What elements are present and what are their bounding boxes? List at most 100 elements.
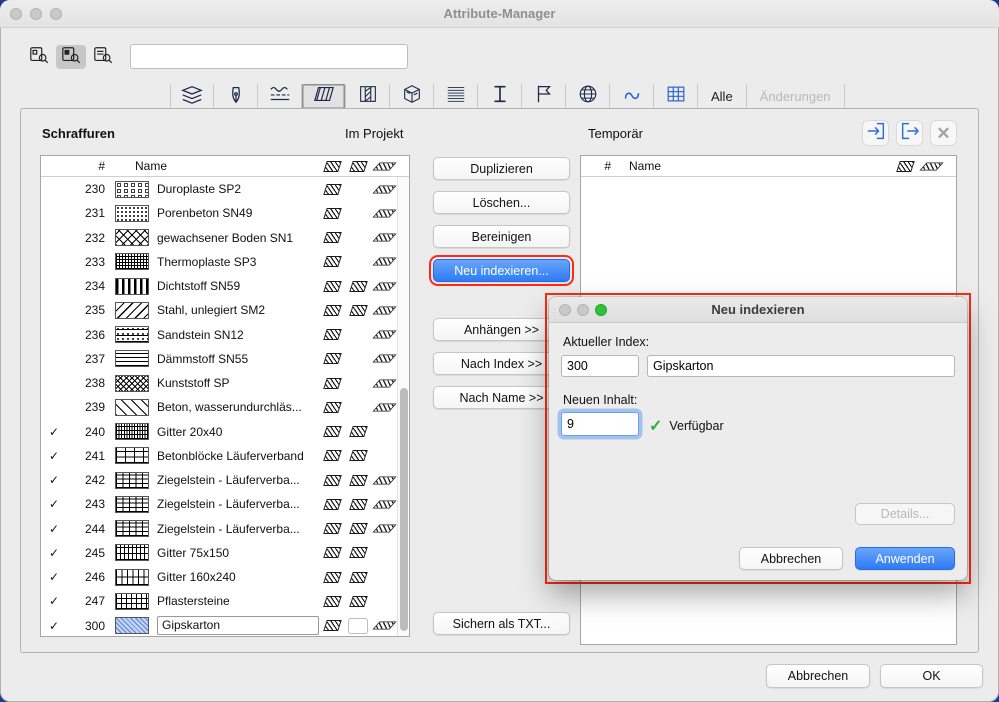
cut-fill-icon [348,304,368,316]
row-index: 234 [84,279,105,294]
dialog-cancel-button[interactable]: Abbrechen [739,547,843,570]
table-row[interactable]: ✓ 300 Gipskarton [41,614,409,637]
table-row[interactable]: ✓ 246 Gitter 160x240 [41,565,409,589]
drafting-fill-icon [322,304,342,316]
cover-fill-icon [371,379,397,388]
cut-fill-icon [348,280,368,292]
tab-zone-categories[interactable] [522,84,566,109]
table-row[interactable]: 236 Sandstein SN12 [41,323,409,347]
drafting-fill-icon [322,401,342,413]
drafting-fill-icon [322,547,342,559]
tab-surfaces[interactable] [434,84,478,109]
cover-fill-icon [371,476,397,485]
drafting-fill-icon [322,256,342,268]
tab-pens[interactable] [214,84,258,109]
table-row[interactable]: ✓ 245 Gitter 75x150 [41,541,409,565]
row-index: 235 [84,303,105,318]
tab-markup-styles[interactable] [610,84,654,109]
table-row[interactable]: 237 Dämmstoff SN55 [41,347,409,371]
table-row[interactable]: ✓ 240 Gitter 20x40 [41,420,409,444]
close-button[interactable] [10,8,22,20]
pattern-swatch [115,374,149,392]
row-index: 232 [84,230,105,245]
table-row[interactable]: 231 Porenbeton SN49 [41,201,409,225]
row-index: 238 [84,376,105,391]
table-row[interactable]: ✓ 243 Ziegelstein - Läuferverba... [41,492,409,516]
cover-fill-icon [371,524,397,533]
dialog-close-button[interactable] [559,304,571,316]
drafting-fill-icon [322,353,342,365]
table-row[interactable]: ✓ 241 Betonblöcke Läuferverband [41,444,409,468]
import-button[interactable] [862,120,889,146]
table-row[interactable]: 230 Duroplaste SP2 [41,177,409,201]
table-row[interactable]: ✓ 242 Ziegelstein - Läuferverba... [41,468,409,492]
table-row[interactable]: ✓ 244 Ziegelstein - Läuferverba... [41,517,409,541]
table-row[interactable]: 232 gewachsener Boden SN1 [41,226,409,250]
clear-icon: ✕ [936,123,951,143]
apply-button[interactable]: Anwenden [855,547,955,570]
zoom-button[interactable] [50,8,62,20]
search-mode-button-3[interactable] [88,45,118,69]
new-content-label: Neuen Inhalt: [563,393,638,407]
table-row[interactable]: 238 Kunststoff SP [41,371,409,395]
cancel-button[interactable]: Abbrechen [766,664,870,688]
cut-fill-icon [348,474,368,486]
table-row[interactable]: 235 Stahl, unlegiert SM2 [41,298,409,322]
search-input[interactable] [130,44,408,69]
table-row[interactable]: 239 Beton, wasserundurchläs... [41,395,409,419]
tab-line-types[interactable] [258,84,302,109]
cover-fill-icon [371,500,397,509]
tab-fill-types[interactable] [302,84,346,109]
table-row[interactable]: ✓ 247 Pflastersteine [41,589,409,613]
project-attribute-list: # Name 230 Duroplaste SP2 231 Porenbeton SN… [40,155,410,637]
row-name: Gitter 20x40 [157,424,223,439]
scrollbar-thumb[interactable] [399,388,408,632]
cut-fill-icon [348,450,368,462]
dialog-title: Neu indexieren [711,302,805,317]
drafting-fill-icon [322,160,342,172]
table-row[interactable]: 234 Dichtstoff SN59 [41,274,409,298]
reindex-button[interactable]: Neu indexieren... [429,255,574,286]
dialog-minimize-button[interactable] [577,304,589,316]
empty-cell [348,617,368,634]
row-name: gewachsener Boden SN1 [157,230,294,245]
tab-layers[interactable] [170,84,214,109]
tab-operation-profiles[interactable] [654,84,698,109]
minimize-button[interactable] [30,8,42,20]
export-button[interactable] [896,120,923,146]
tab-composites[interactable] [346,84,390,109]
purge-button[interactable]: Bereinigen [433,225,570,248]
pattern-swatch [115,398,149,416]
vertical-scrollbar[interactable] [397,177,409,636]
new-index-field[interactable] [561,412,639,436]
current-index-field[interactable] [561,355,639,377]
name-column-header: Name [135,159,168,173]
row-name: Pflastersteine [157,594,230,609]
duplicate-button[interactable]: Duplizieren [433,157,570,180]
pattern-swatch [115,592,149,610]
search-mode-button-2[interactable] [56,45,86,69]
left-panel-title: Schraffuren [42,126,115,141]
save-txt-button[interactable]: Sichern als TXT... [433,612,570,635]
row-name: Duroplaste SP2 [157,182,242,197]
row-index: 236 [84,327,105,342]
tab-alle[interactable]: Alle [698,84,747,109]
row-name-field[interactable]: Gipskarton [157,616,319,636]
clear-button[interactable]: ✕ [930,120,957,146]
row-checkmark: ✓ [48,570,60,585]
pattern-swatch [115,568,149,586]
layers-icon [179,83,205,110]
drafting-fill-icon [322,232,342,244]
search-mode-button-1[interactable] [24,45,54,69]
pattern-swatch [115,204,149,222]
index-column-header: # [98,159,105,173]
table-row[interactable]: 233 Thermoplaste SP3 [41,250,409,274]
row-name: Ziegelstein - Läuferverba... [157,521,300,536]
delete-button[interactable]: Löschen... [433,191,570,214]
ok-button[interactable]: OK [880,664,983,688]
tab-profiles[interactable] [478,84,522,109]
current-name-field[interactable] [647,355,955,377]
tab-cities[interactable] [566,84,610,109]
dialog-zoom-button[interactable] [595,304,607,316]
tab-building-materials[interactable] [390,84,434,109]
